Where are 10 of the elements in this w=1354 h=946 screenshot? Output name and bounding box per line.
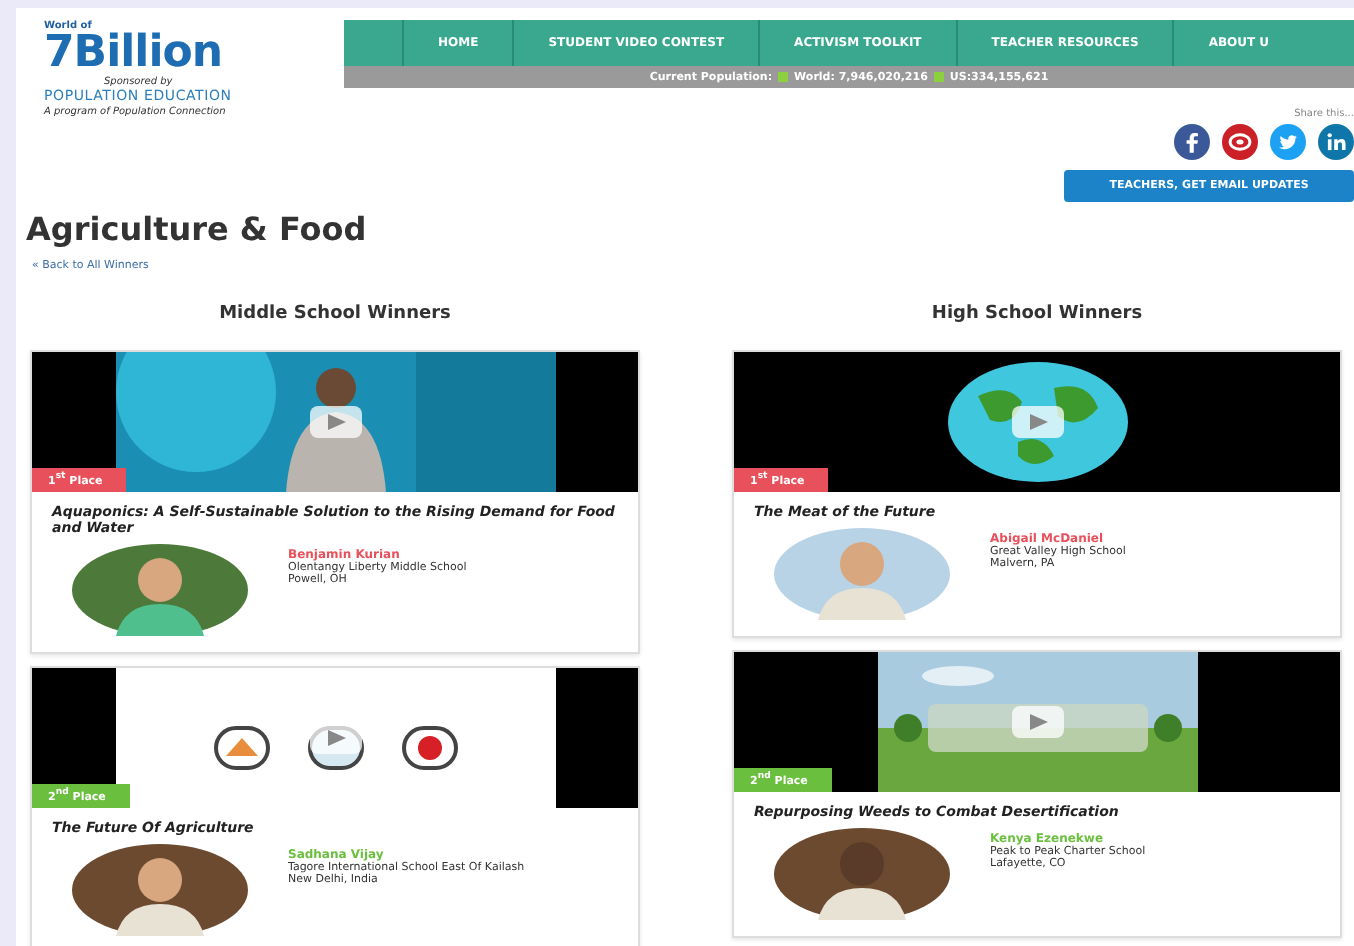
linkedin-icon[interactable]: [1318, 124, 1354, 160]
pinterest-icon[interactable]: [1222, 124, 1258, 160]
twitter-icon[interactable]: [1270, 124, 1306, 160]
bullet-icon: [933, 72, 944, 82]
logo-wordmark[interactable]: 7Billion: [44, 32, 223, 76]
column-heading: High School Winners: [929, 304, 1145, 324]
page-title: Agriculture & Food: [26, 210, 369, 248]
bullet-icon: [778, 72, 789, 82]
facebook-icon[interactable]: [1174, 124, 1210, 160]
column-heading: Middle School Winners: [217, 304, 453, 324]
